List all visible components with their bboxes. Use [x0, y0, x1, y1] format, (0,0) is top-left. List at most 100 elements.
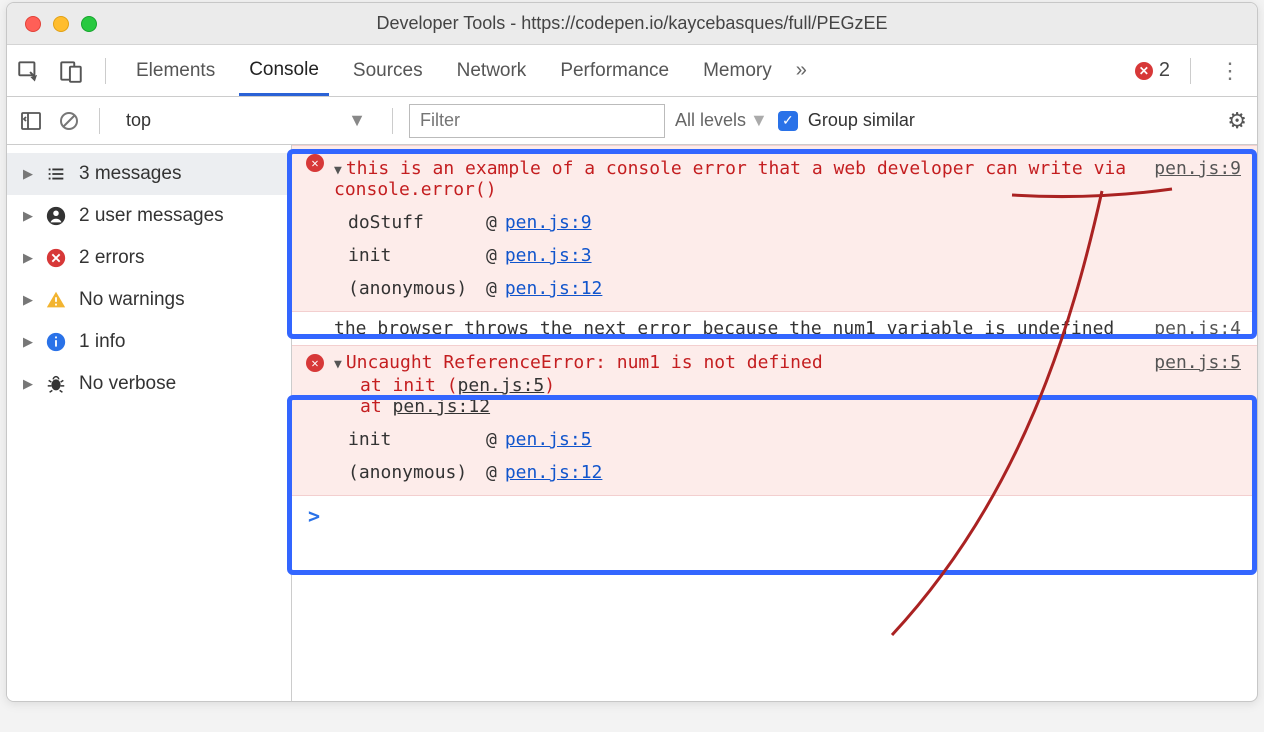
list-icon — [45, 163, 67, 185]
expander-icon: ▶ — [23, 166, 33, 182]
sidebar-item-user-messages[interactable]: ▶ 2 user messages — [7, 195, 291, 237]
info-icon — [45, 331, 67, 353]
source-link[interactable]: pen.js:12 — [505, 278, 603, 299]
stack-at: @ — [486, 212, 497, 233]
tabs-overflow-icon[interactable]: » — [796, 59, 807, 82]
stack-function: init — [348, 245, 478, 266]
source-link[interactable]: pen.js:12 — [393, 396, 491, 417]
macos-titlebar: Developer Tools - https://codepen.io/kay… — [7, 3, 1257, 45]
sidebar-item-label: 2 user messages — [79, 205, 224, 227]
chevron-down-icon[interactable]: ▼ — [334, 163, 342, 178]
expander-icon: ▶ — [23, 376, 33, 392]
maximize-window-button[interactable] — [81, 16, 97, 32]
expander-icon: ▶ — [23, 250, 33, 266]
error-badge-icon: ✕ — [306, 354, 324, 372]
console-output: ✕ pen.js:9 ▼this is an example of a cons… — [292, 145, 1257, 701]
divider — [392, 108, 393, 134]
stack-at: @ — [486, 278, 497, 299]
source-link[interactable]: pen.js:12 — [505, 462, 603, 483]
sidebar-item-label: 1 info — [79, 331, 125, 353]
expander-icon: ▶ — [23, 334, 33, 350]
source-link[interactable]: pen.js:9 — [1154, 158, 1241, 179]
error-badge-icon: ✕ — [306, 154, 324, 172]
stack-frame: (anonymous) @ pen.js:12 — [348, 272, 1241, 305]
source-link[interactable]: pen.js:3 — [505, 245, 592, 266]
sidebar-item-label: 3 messages — [79, 163, 181, 185]
tab-sources[interactable]: Sources — [343, 46, 433, 96]
sidebar-item-info[interactable]: ▶ 1 info — [7, 321, 291, 363]
group-similar-label: Group similar — [808, 110, 915, 131]
tab-elements[interactable]: Elements — [126, 46, 225, 96]
divider — [99, 108, 100, 134]
tab-memory[interactable]: Memory — [693, 46, 782, 96]
console-log-row[interactable]: pen.js:4 the browser throws the next err… — [292, 312, 1257, 345]
tab-performance[interactable]: Performance — [550, 46, 679, 96]
sidebar-item-messages[interactable]: ▶ 3 messages — [7, 153, 291, 195]
stack-function: doStuff — [348, 212, 478, 233]
sidebar-toggle-icon[interactable] — [17, 107, 45, 135]
divider — [105, 58, 106, 84]
console-error-row[interactable]: ✕ pen.js:5 ▼ Uncaught ReferenceError: num… — [292, 345, 1257, 496]
source-link[interactable]: pen.js:4 — [1154, 318, 1241, 339]
stack-function: (anonymous) — [348, 462, 478, 483]
source-link[interactable]: pen.js:5 — [505, 429, 592, 450]
chevron-down-icon: ▼ — [348, 110, 366, 131]
stack-function: (anonymous) — [348, 278, 478, 299]
stack-trace: init @ pen.js:5 (anonymous) @ pen.js:12 — [348, 423, 1241, 489]
stack-function: init — [348, 429, 478, 450]
traffic-lights — [7, 16, 97, 32]
sidebar-item-errors[interactable]: ▶ 2 errors — [7, 237, 291, 279]
topbar-error-indicator[interactable]: ✕ 2 — [1135, 59, 1170, 82]
levels-label: All levels — [675, 110, 746, 131]
clear-console-icon[interactable] — [55, 107, 83, 135]
chevron-down-icon[interactable]: ▼ — [334, 357, 342, 372]
console-filterbar: top ▼ All levels ▼ ✓ Group similar ⚙ — [7, 97, 1257, 145]
source-link[interactable]: pen.js:5 — [1154, 352, 1241, 373]
console-error-row[interactable]: ✕ pen.js:9 ▼this is an example of a cons… — [292, 145, 1257, 312]
context-selector[interactable]: top ▼ — [116, 104, 376, 138]
expander-icon: ▶ — [23, 292, 33, 308]
divider — [1190, 58, 1191, 84]
stack-at: @ — [486, 245, 497, 266]
user-icon — [45, 205, 67, 227]
tab-network[interactable]: Network — [447, 46, 537, 96]
minimize-window-button[interactable] — [53, 16, 69, 32]
expander-icon: ▶ — [23, 208, 33, 224]
stack-at: @ — [486, 429, 497, 450]
source-link[interactable]: pen.js:9 — [505, 212, 592, 233]
kebab-menu-icon[interactable]: ⋮ — [1211, 58, 1249, 84]
sidebar-item-label: 2 errors — [79, 247, 144, 269]
group-similar-checkbox[interactable]: ✓ — [778, 111, 798, 131]
inspect-element-icon[interactable] — [15, 57, 43, 85]
log-levels-selector[interactable]: All levels ▼ — [675, 110, 768, 131]
devtools-window: Developer Tools - https://codepen.io/kay… — [6, 2, 1258, 702]
warning-icon — [45, 289, 67, 311]
stack-frame: doStuff @ pen.js:9 — [348, 206, 1241, 239]
chevron-down-icon: ▼ — [750, 110, 768, 131]
sidebar-item-label: No warnings — [79, 289, 185, 311]
stack-frame: init @ pen.js:5 — [348, 423, 1241, 456]
bug-icon — [45, 373, 67, 395]
error-badge-icon: ✕ — [1135, 62, 1153, 80]
context-value: top — [126, 110, 151, 131]
sidebar-item-warnings[interactable]: ▶ No warnings — [7, 279, 291, 321]
stack-inline: at pen.js:12 — [360, 396, 1241, 417]
filter-input[interactable] — [409, 104, 665, 138]
device-toggle-icon[interactable] — [57, 57, 85, 85]
sidebar-item-verbose[interactable]: ▶ No verbose — [7, 363, 291, 405]
stack-trace: doStuff @ pen.js:9 init @ pen.js:3 (anon… — [348, 206, 1241, 305]
window-title: Developer Tools - https://codepen.io/kay… — [7, 13, 1257, 34]
tab-console[interactable]: Console — [239, 45, 329, 96]
error-message: Uncaught ReferenceError: num1 is not def… — [346, 352, 823, 373]
stack-at: @ — [486, 462, 497, 483]
error-count: 2 — [1159, 59, 1170, 82]
settings-gear-icon[interactable]: ⚙ — [1227, 108, 1247, 134]
console-prompt[interactable]: > — [292, 496, 1257, 536]
source-link[interactable]: pen.js:5 — [458, 375, 545, 396]
sidebar-item-label: No verbose — [79, 373, 176, 395]
devtools-tabbar: Elements Console Sources Network Perform… — [7, 45, 1257, 97]
log-message: the browser throws the next error becaus… — [334, 318, 1114, 339]
stack-inline: at init (pen.js:5) — [360, 375, 1241, 396]
close-window-button[interactable] — [25, 16, 41, 32]
stack-frame: init @ pen.js:3 — [348, 239, 1241, 272]
